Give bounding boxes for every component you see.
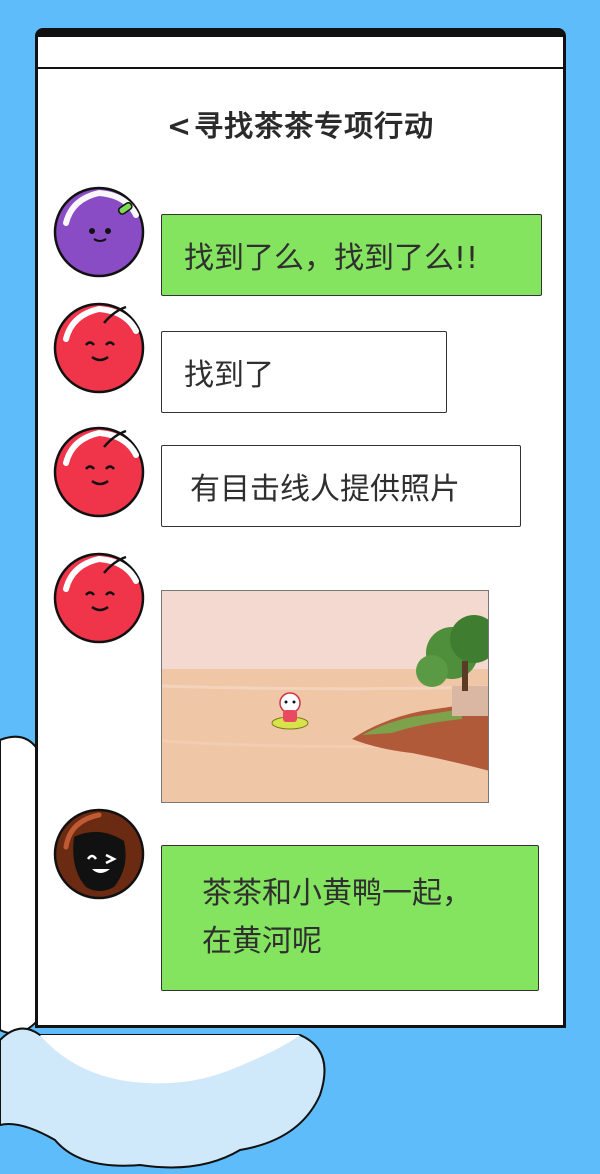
brown-character-avatar-icon xyxy=(53,808,145,900)
river-photo-image xyxy=(162,591,488,802)
message-bubble: 找到了么，找到了么!! xyxy=(161,214,542,296)
river-photo[interactable] xyxy=(161,590,489,803)
message-text-block: 茶茶和小黄鸭一起， 在黄河呢 xyxy=(162,870,472,966)
purple-plum-avatar-icon xyxy=(53,186,145,278)
message-line: 茶茶和小黄鸭一起， xyxy=(202,876,472,911)
chat-header: <寻找茶茶专项行动 xyxy=(38,103,563,145)
status-bar xyxy=(38,37,563,69)
message-text: 找到了么，找到了么!! xyxy=(184,241,479,276)
chat-title: 寻找茶茶专项行动 xyxy=(194,109,435,143)
message-bubble: 有目击线人提供照片 xyxy=(161,445,521,527)
message-line: 在黄河呢 xyxy=(202,924,322,959)
message-bubble: 找到了 xyxy=(161,331,447,413)
message-bubble: 茶茶和小黄鸭一起， 在黄河呢 xyxy=(161,845,539,991)
red-cherry-avatar-icon xyxy=(53,552,145,644)
message-text: 有目击线人提供照片 xyxy=(190,472,460,507)
red-cherry-avatar-icon xyxy=(53,302,145,394)
chat-screen: <寻找茶茶专项行动 找到了么，找到了么!! 找到了 有目击线人提供照片 茶茶和小… xyxy=(35,28,566,1028)
red-cherry-avatar-icon xyxy=(53,426,145,518)
back-button[interactable]: < xyxy=(167,109,192,143)
message-text: 找到了 xyxy=(184,358,274,393)
